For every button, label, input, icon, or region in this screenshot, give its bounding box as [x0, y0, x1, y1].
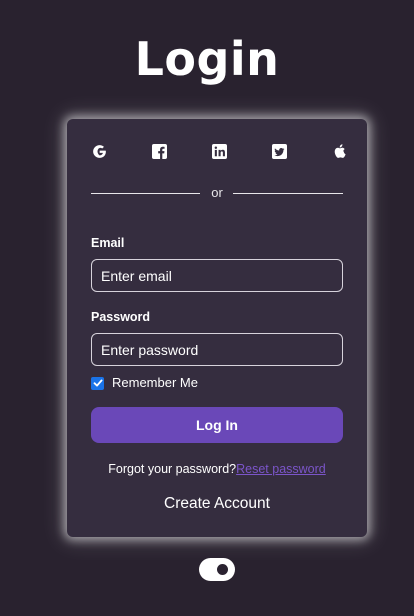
facebook-icon: [151, 143, 167, 159]
divider-line-right: [233, 193, 343, 194]
email-label: Email: [91, 236, 125, 250]
toggle-knob: [217, 564, 228, 575]
password-label: Password: [91, 310, 151, 324]
login-card: or Email Password Remember Me Log In For…: [67, 119, 367, 537]
remember-me-label: Remember Me: [112, 375, 198, 390]
apple-login-button[interactable]: [329, 141, 349, 161]
twitter-icon: [271, 143, 287, 159]
facebook-login-button[interactable]: [149, 141, 169, 161]
google-login-button[interactable]: [89, 141, 109, 161]
password-field[interactable]: [91, 333, 343, 366]
apple-icon: [334, 144, 346, 158]
reset-password-link[interactable]: Reset password: [236, 462, 326, 476]
page-title: Login: [134, 32, 280, 86]
remember-me-checkbox[interactable]: [91, 376, 104, 390]
google-icon: [92, 144, 106, 158]
twitter-login-button[interactable]: [269, 141, 289, 161]
social-login-row: [67, 141, 367, 161]
email-field[interactable]: [91, 259, 343, 292]
create-account-link[interactable]: Create Account: [67, 495, 367, 513]
or-divider: or: [91, 185, 343, 201]
forgot-password-text: Forgot your password?: [108, 462, 237, 476]
theme-toggle[interactable]: [199, 558, 235, 581]
login-button[interactable]: Log In: [91, 407, 343, 443]
linkedin-login-button[interactable]: [209, 141, 229, 161]
checkmark-icon: [93, 379, 102, 387]
remember-me: Remember Me: [91, 375, 198, 391]
forgot-password: Forgot your password?Reset password: [67, 461, 367, 477]
linkedin-icon: [211, 143, 227, 159]
